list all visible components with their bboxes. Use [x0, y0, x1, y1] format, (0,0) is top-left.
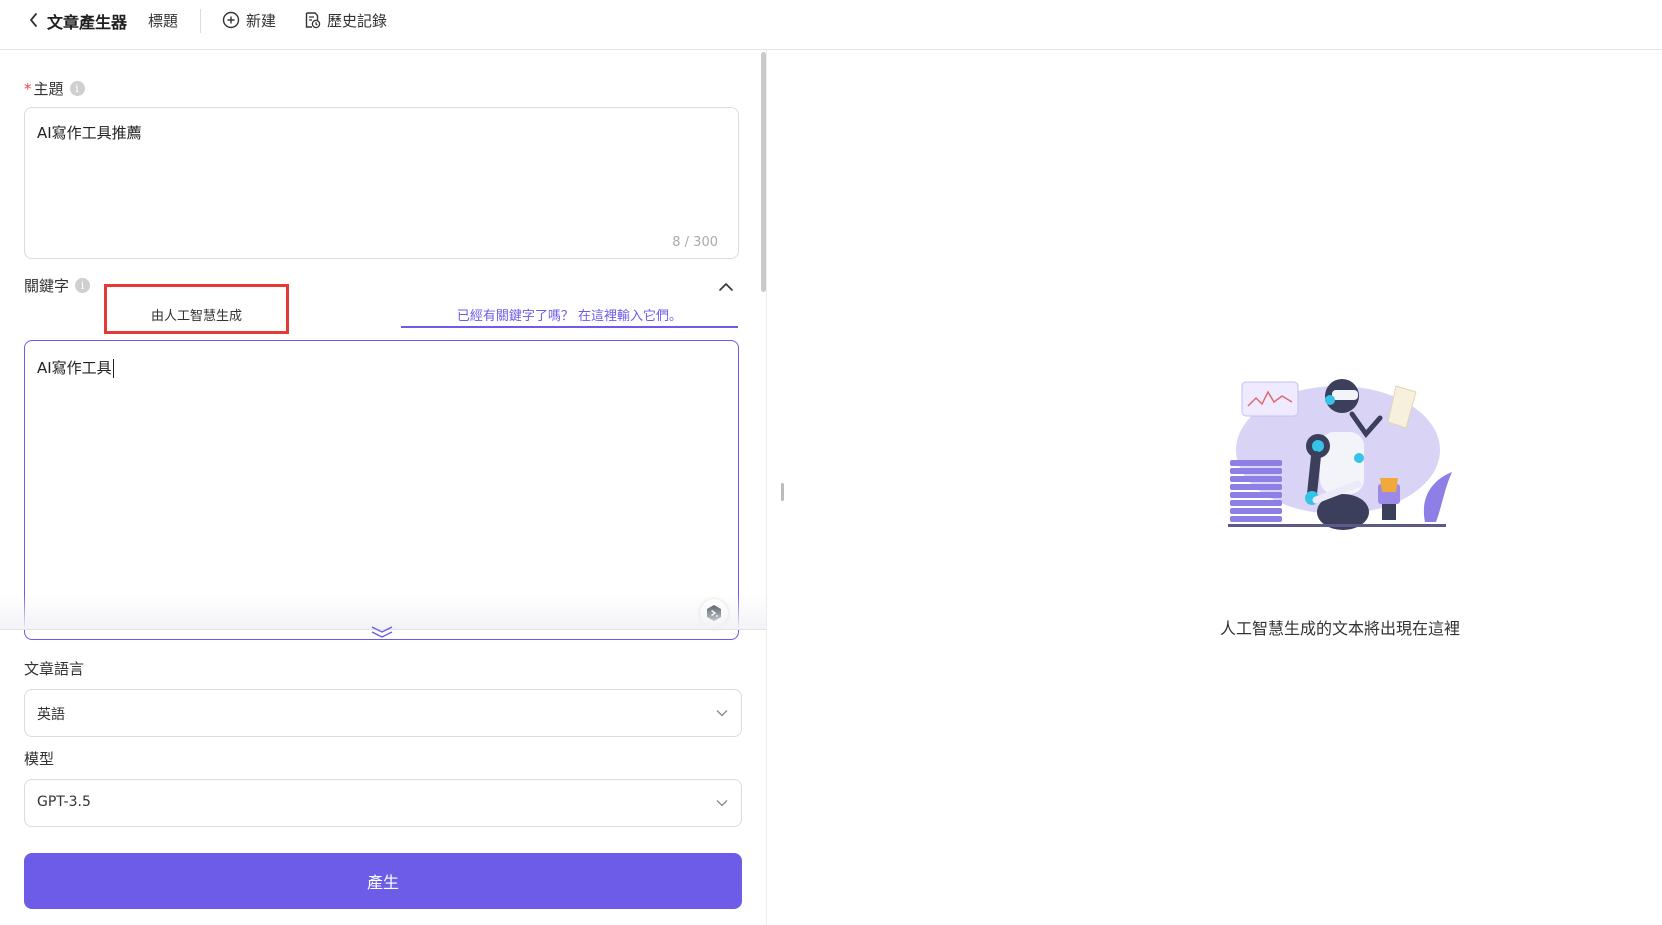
app-title: 文章產生器	[47, 13, 128, 32]
chevron-up-icon	[719, 283, 733, 291]
new-label: 新建	[246, 11, 277, 30]
history-button[interactable]: 歷史記錄	[303, 8, 387, 32]
character-counter: 8 / 300	[672, 235, 718, 250]
text-caret	[112, 359, 114, 378]
info-icon[interactable]: i	[75, 278, 91, 293]
back-button[interactable]	[24, 8, 44, 32]
tab-manual-keywords[interactable]: 已經有關鍵字了嗎？ 在這裡輸入它們。	[401, 305, 738, 328]
language-select[interactable]: 英語	[24, 689, 742, 737]
history-label: 歷史記錄	[327, 11, 388, 30]
output-placeholder: 人工智慧生成的文本將出現在這裡	[1219, 619, 1460, 638]
model-label: 模型	[24, 750, 55, 768]
chevron-down-icon	[716, 800, 728, 807]
output-panel	[767, 50, 1662, 925]
expand-button[interactable]	[370, 624, 394, 640]
topic-label: * 主題 i	[24, 78, 85, 99]
keywords-label-text: 關鍵字	[24, 277, 70, 295]
language-value: 英語	[37, 707, 65, 723]
model-value: GPT-3.5	[37, 794, 91, 810]
top-bar: 文章產生器 標題 新建 歷史記錄	[0, 0, 1662, 50]
robot-illustration	[1228, 379, 1452, 530]
chevron-down-icon	[716, 710, 728, 717]
history-document-icon	[305, 12, 321, 29]
topic-value: AI寫作工具推薦	[37, 124, 142, 142]
required-mark: *	[24, 80, 32, 98]
chevron-left-icon	[30, 13, 37, 27]
double-chevron-down-icon	[371, 626, 393, 638]
topic-label-text: 主題	[33, 80, 64, 98]
keywords-label: 關鍵字 i	[24, 275, 91, 296]
collapse-button[interactable]	[718, 278, 738, 294]
toolbar-divider	[200, 9, 201, 33]
language-label: 文章語言	[24, 660, 85, 678]
keywords-value: AI寫作工具	[37, 359, 114, 378]
breadcrumb-title[interactable]: 標題	[148, 10, 178, 31]
plus-circle-icon	[222, 11, 240, 29]
info-icon[interactable]: i	[69, 81, 85, 96]
model-select[interactable]: GPT-3.5	[24, 779, 742, 827]
annotation-highlight-box	[104, 284, 289, 334]
new-button[interactable]: 新建	[222, 8, 276, 32]
generate-button[interactable]: 產生	[24, 853, 742, 909]
topic-textarea[interactable]: AI寫作工具推薦 8 / 300	[24, 107, 739, 259]
